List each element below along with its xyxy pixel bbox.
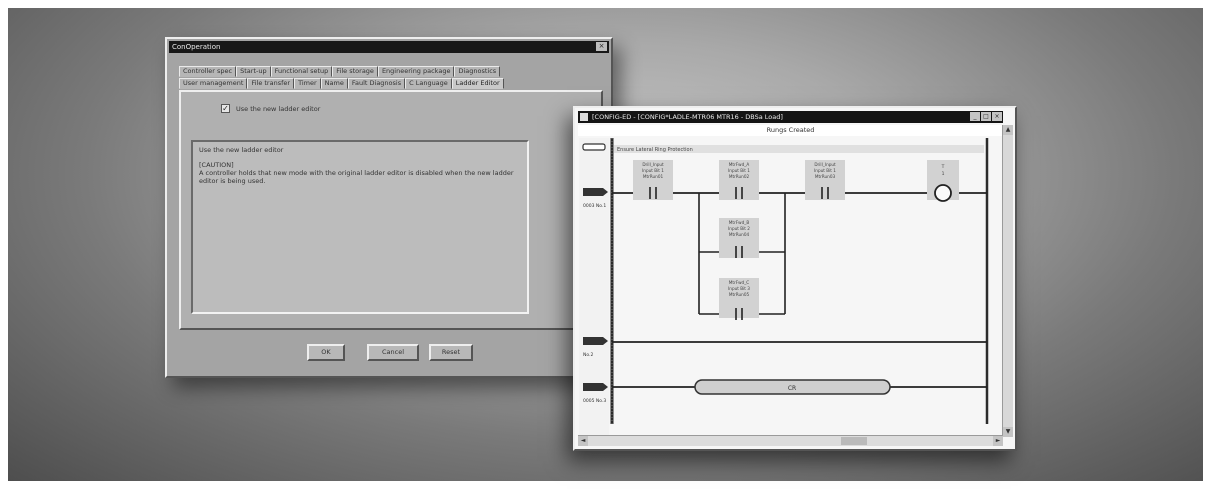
contact-1-label-2: Input Bit 1 <box>642 168 664 173</box>
caution-label: [CAUTION] <box>199 161 234 169</box>
reset-button[interactable]: Reset <box>429 344 473 361</box>
ok-button[interactable]: OK <box>307 344 345 361</box>
contact-3-label-2: Input Bit 1 <box>814 168 836 173</box>
contact-5-label-1: MtrFwd_C <box>729 280 750 285</box>
rung-3-label: 0005 No.3 <box>583 398 606 404</box>
scroll-left-icon[interactable]: ◄ <box>578 436 588 446</box>
close-icon[interactable]: × <box>596 42 607 51</box>
contact-2-label-2: Input Bit 1 <box>728 168 750 173</box>
contact-4-label-2: Input Bit 2 <box>728 226 750 231</box>
tab-functional-setup[interactable]: Functional setup <box>270 66 333 77</box>
cancel-button[interactable]: Cancel <box>367 344 419 361</box>
scroll-down-icon[interactable]: ▼ <box>1003 427 1013 437</box>
tab-user-management[interactable]: User management <box>179 78 248 89</box>
rung-2-label: No.2 <box>583 352 593 358</box>
contact-2[interactable]: MtrFwd_A Input Bit 1 MtrRun02 <box>719 160 759 200</box>
rung-1-marker[interactable] <box>583 188 608 196</box>
tab-file-storage[interactable]: File storage <box>332 66 378 77</box>
contact-1-label-3: MtrRun01 <box>643 174 664 179</box>
contact-4[interactable]: MtrFwd_B Input Bit 2 MtrRun04 <box>719 218 759 258</box>
output-coil[interactable]: T 1 <box>927 160 959 202</box>
contact-2-label-1: MtrFwd_A <box>729 162 750 167</box>
rung-2-marker[interactable] <box>583 337 608 345</box>
ladder-editor-window: [CONFIG-ED - [CONFIG*LADLE-MTR06 MTR16 -… <box>573 106 1017 451</box>
ladder-editor-tab-panel: ✓ Use the new ladder editor Use the new … <box>179 90 603 330</box>
horizontal-scrollbar[interactable]: ◄ ► <box>578 435 1003 446</box>
description-heading: Use the new ladder editor <box>199 146 284 154</box>
caution-text: A controller holds that new mode with th… <box>199 169 514 185</box>
contact-3-label-3: MtrRun03 <box>815 174 836 179</box>
contact-3[interactable]: Drill_Input Input Bit 1 MtrRun03 <box>805 160 845 200</box>
contact-4-label-1: MtrFwd_B <box>729 220 750 225</box>
tab-file-transfer[interactable]: File transfer <box>247 78 295 89</box>
rung-1-label: 0003 No.1 <box>583 203 606 209</box>
contact-2-label-3: MtrRun02 <box>729 174 750 179</box>
contact-3-label-1: Drill_Input <box>814 162 836 167</box>
function-block[interactable]: CR <box>694 379 891 395</box>
contact-5-label-2: Input Bit 3 <box>728 286 750 291</box>
scroll-right-icon[interactable]: ► <box>993 436 1003 446</box>
contact-1-label-1: Drill_Input <box>642 162 664 167</box>
tab-timer[interactable]: Timer <box>294 78 321 89</box>
tab-ladder-editor[interactable]: Ladder Editor <box>451 78 504 89</box>
tab-c-language[interactable]: C Language <box>405 78 452 89</box>
ladder-diagram[interactable]: Ensure Lateral Ring Protection Drill_Inp… <box>575 108 1019 453</box>
rung-gutter <box>579 138 609 438</box>
tab-controller-spec[interactable]: Controller spec <box>179 66 237 77</box>
horizontal-scroll-thumb[interactable] <box>841 437 867 445</box>
vertical-scrollbar[interactable]: ▲ ▼ <box>1002 125 1013 437</box>
contact-5-label-3: MtrRun05 <box>729 292 750 297</box>
tab-row-2: User management File transfer Timer Name… <box>179 78 504 89</box>
contact-5[interactable]: MtrFwd_C Input Bit 3 MtrRun05 <box>719 278 759 320</box>
rung-3-marker[interactable] <box>583 383 608 391</box>
new-editor-option[interactable]: ✓ Use the new ladder editor <box>221 104 320 113</box>
tab-start-up[interactable]: Start-up <box>236 66 271 77</box>
config-dialog: ConOperation × Controller spec Start-up … <box>165 37 613 378</box>
tab-row-1: Controller spec Start-up Functional setu… <box>179 66 501 77</box>
contact-1[interactable]: Drill_Input Input Bit 1 MtrRun01 <box>633 160 673 200</box>
contact-4-label-3: MtrRun04 <box>729 232 750 237</box>
coil-label-1: T <box>941 164 945 170</box>
dialog-titlebar: ConOperation × <box>169 41 609 53</box>
scroll-up-icon[interactable]: ▲ <box>1003 125 1013 135</box>
tab-name[interactable]: Name <box>320 78 348 89</box>
tab-fault-diagnosis[interactable]: Fault Diagnosis <box>347 78 406 89</box>
rung-selector[interactable] <box>582 143 606 151</box>
dialog-title: ConOperation <box>172 43 221 51</box>
tab-diagnostics[interactable]: Diagnostics <box>454 66 501 77</box>
coil-label-2: 1 <box>942 171 945 177</box>
function-block-label: CR <box>788 385 796 392</box>
tab-engineering-package[interactable]: Engineering package <box>377 66 455 77</box>
new-editor-checkbox[interactable]: ✓ <box>221 104 230 113</box>
new-editor-checkbox-label: Use the new ladder editor <box>236 104 321 113</box>
rung-comment: Ensure Lateral Ring Protection <box>617 147 693 153</box>
option-description-box: Use the new ladder editor [CAUTION] A co… <box>191 140 529 314</box>
